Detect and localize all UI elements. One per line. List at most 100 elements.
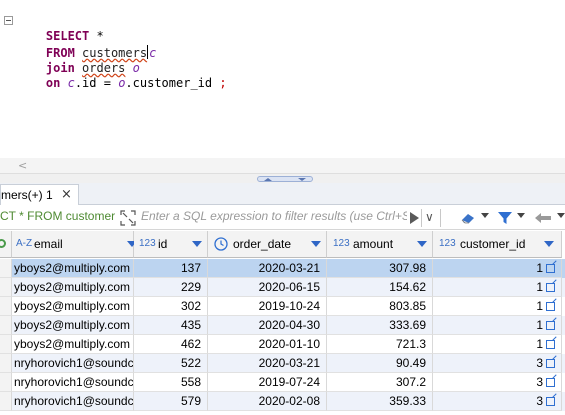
apply-filter-icon[interactable] [410, 212, 419, 224]
column-header-amount[interactable]: 123 amount [327, 231, 433, 258]
splitter-handle[interactable] [257, 176, 313, 182]
row-number-cell[interactable] [0, 392, 12, 411]
cell-id[interactable]: 522 [134, 354, 208, 373]
cell-value: 229 [180, 280, 201, 294]
sql-editor[interactable]: SELECT * FROM customers c join orders o o… [0, 0, 565, 158]
cell-id[interactable]: 462 [134, 335, 208, 354]
cell-amount[interactable]: 333.69 [327, 316, 433, 335]
table-row[interactable]: nryhorovich1@soundc 522 2020-03-21 90.49 3 [0, 354, 565, 373]
cell-amount[interactable]: 721.3 [327, 335, 433, 354]
open-reference-icon[interactable] [546, 302, 555, 311]
panel-splitter[interactable] [0, 173, 565, 183]
sql-alias: c [149, 46, 157, 60]
cell-customer-id[interactable]: 1 [433, 278, 562, 297]
cell-order-date[interactable]: 2020-06-15 [208, 278, 327, 297]
cell-email[interactable]: yboys2@multiply.com [12, 278, 134, 297]
cell-id[interactable]: 137 [134, 259, 208, 278]
cell-id[interactable]: 302 [134, 297, 208, 316]
chevron-down-icon[interactable] [517, 213, 525, 218]
row-number-cell[interactable] [0, 297, 12, 316]
cell-amount[interactable]: 90.49 [327, 354, 433, 373]
cell-order-date[interactable]: 2019-07-24 [208, 373, 327, 392]
cell-email[interactable]: nryhorovich1@soundc [12, 354, 134, 373]
filter-expression-input[interactable]: Enter a SQL expression to filter results… [141, 209, 407, 223]
eraser-icon[interactable] [460, 211, 476, 225]
cell-customer-id[interactable]: 1 [433, 335, 562, 354]
open-reference-icon[interactable] [546, 340, 555, 349]
cell-customer-id[interactable]: 3 [433, 373, 562, 392]
cell-amount[interactable]: 307.2 [327, 373, 433, 392]
cell-order-date[interactable]: 2020-01-10 [208, 335, 327, 354]
cell-amount[interactable]: 307.98 [327, 259, 433, 278]
results-grid[interactable]: A-Z email 123 id order_date 123 amount 1… [0, 231, 565, 415]
cell-customer-id[interactable]: 1 [433, 297, 562, 316]
table-row[interactable]: nryhorovich1@soundc 558 2019-07-24 307.2 3 [0, 373, 565, 392]
cell-customer-id[interactable]: 1 [433, 316, 562, 335]
cell-id[interactable]: 229 [134, 278, 208, 297]
filter-history-dropdown[interactable]: ∨ [425, 210, 434, 224]
cell-order-date[interactable]: 2020-03-21 [208, 259, 327, 278]
open-reference-icon[interactable] [546, 321, 555, 330]
column-header-email[interactable]: A-Z email [12, 231, 137, 258]
cell-email[interactable]: yboys2@multiply.com [12, 335, 134, 354]
sort-icon[interactable] [544, 241, 554, 247]
chevron-down-icon[interactable] [481, 213, 489, 218]
cell-value: 137 [180, 261, 201, 275]
row-number-cell[interactable] [0, 259, 12, 278]
row-number-cell[interactable] [0, 373, 12, 392]
table-row[interactable]: yboys2@multiply.com 462 2020-01-10 721.3 1 [0, 335, 565, 354]
cell-customer-id[interactable]: 3 [433, 354, 562, 373]
chevron-down-icon[interactable] [557, 213, 565, 218]
cell-email[interactable]: yboys2@multiply.com [12, 259, 134, 278]
filter-funnel-icon[interactable] [497, 210, 513, 226]
row-number-cell[interactable] [0, 316, 12, 335]
open-reference-icon[interactable] [546, 378, 555, 387]
cell-id[interactable]: 435 [134, 316, 208, 335]
cell-amount[interactable]: 359.33 [327, 392, 433, 411]
scroll-left-icon[interactable]: < [18, 159, 27, 172]
cell-customer-id[interactable]: 3 [433, 392, 562, 411]
back-arrow-icon[interactable] [534, 212, 552, 224]
row-number-cell[interactable] [0, 278, 12, 297]
cell-value: 3 [536, 394, 543, 408]
query-text-preview: CT * FROM customer [0, 209, 116, 223]
column-header-id[interactable]: 123 id [134, 231, 208, 258]
grid-status-icon [0, 239, 6, 248]
fold-toggle-icon[interactable] [4, 16, 13, 25]
table-row[interactable]: yboys2@multiply.com 137 2020-03-21 307.98 1 [0, 259, 565, 278]
cell-order-date[interactable]: 2020-04-30 [208, 316, 327, 335]
results-tab[interactable]: mers(+) 1 × [0, 184, 79, 205]
cell-email[interactable]: yboys2@multiply.com [12, 316, 134, 335]
cell-amount[interactable]: 154.62 [327, 278, 433, 297]
cell-order-date[interactable]: 2019-10-24 [208, 297, 327, 316]
cell-email[interactable]: nryhorovich1@soundc [12, 392, 134, 411]
expand-filter-icon[interactable] [119, 209, 137, 227]
sort-icon[interactable] [192, 241, 202, 247]
cell-order-date[interactable]: 2020-02-08 [208, 392, 327, 411]
cell-email[interactable]: yboys2@multiply.com [12, 297, 134, 316]
open-reference-icon[interactable] [546, 397, 555, 406]
cell-id[interactable]: 558 [134, 373, 208, 392]
cell-value: 1 [536, 299, 543, 313]
sql-text: .id = [74, 76, 119, 90]
column-header-order-date[interactable]: order_date [208, 231, 327, 258]
column-header-customer-id[interactable]: 123 customer_id [433, 231, 562, 258]
cell-amount[interactable]: 803.85 [327, 297, 433, 316]
open-reference-icon[interactable] [546, 359, 555, 368]
cell-order-date[interactable]: 2020-03-21 [208, 354, 327, 373]
cell-email[interactable]: nryhorovich1@soundc [12, 373, 134, 392]
sort-icon[interactable] [311, 241, 321, 247]
cell-customer-id[interactable]: 1 [433, 259, 562, 278]
table-row[interactable]: yboys2@multiply.com 435 2020-04-30 333.69 1 [0, 316, 565, 335]
close-icon[interactable]: × [61, 187, 72, 202]
row-number-cell[interactable] [0, 354, 12, 373]
row-number-cell[interactable] [0, 335, 12, 354]
table-row[interactable]: yboys2@multiply.com 229 2020-06-15 154.62 1 [0, 278, 565, 297]
cell-id[interactable]: 579 [134, 392, 208, 411]
table-row[interactable]: nryhorovich1@soundc 579 2020-02-08 359.33 3 [0, 392, 565, 411]
open-reference-icon[interactable] [546, 283, 555, 292]
table-row[interactable]: yboys2@multiply.com 302 2019-10-24 803.85 1 [0, 297, 565, 316]
editor-horizontal-scrollbar[interactable]: < [0, 158, 565, 173]
open-reference-icon[interactable] [546, 264, 555, 273]
sort-icon[interactable] [417, 241, 427, 247]
